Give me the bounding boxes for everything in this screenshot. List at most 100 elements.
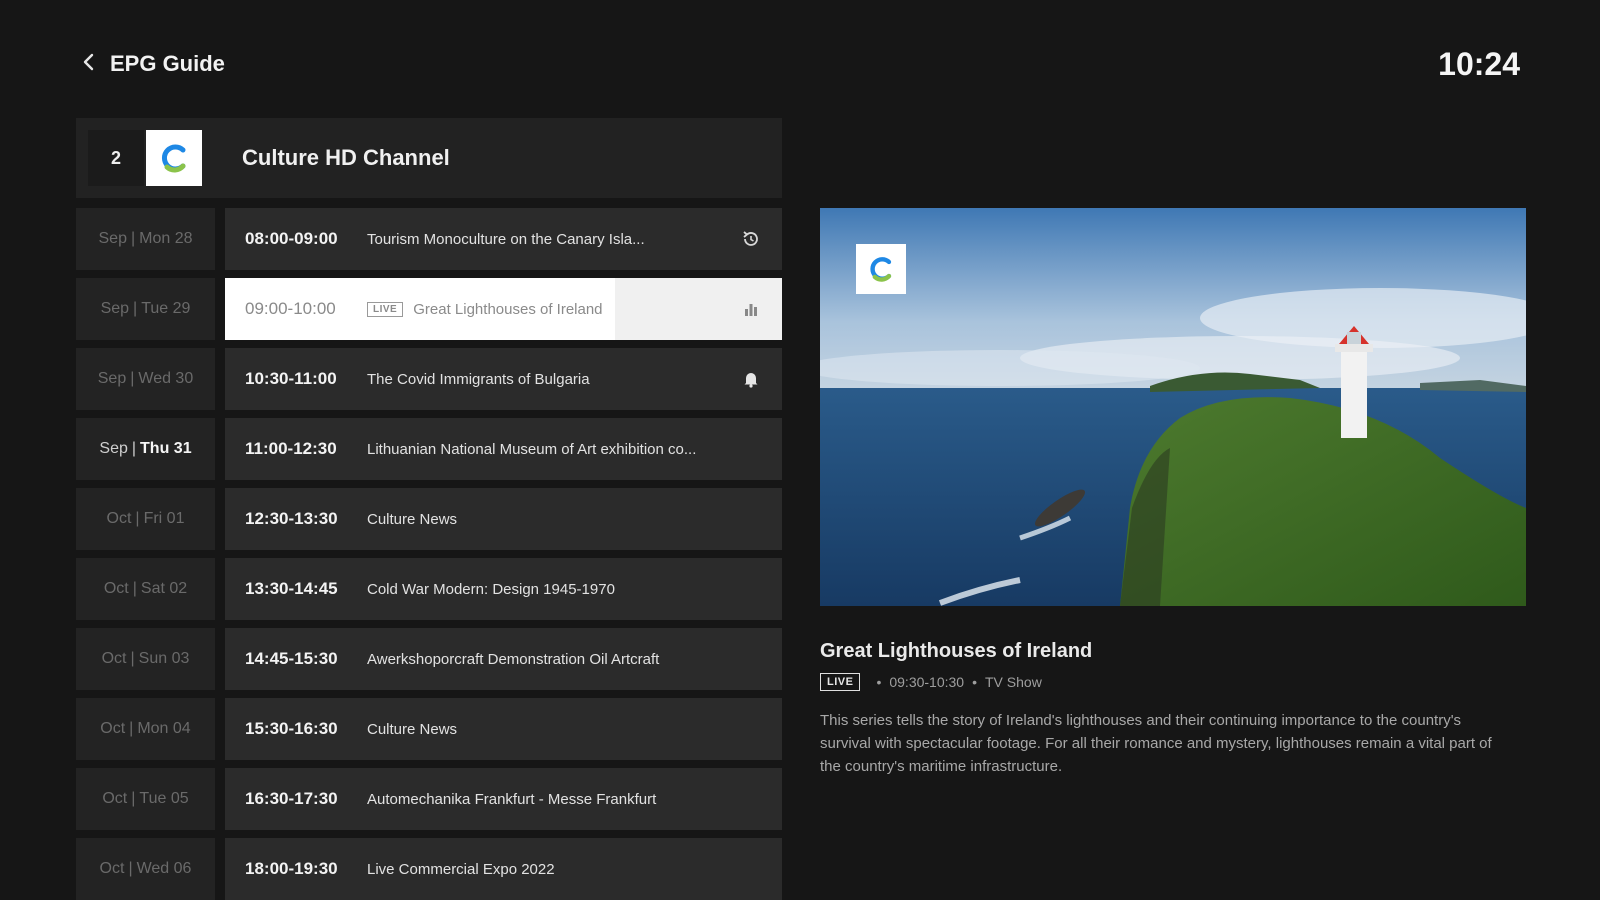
channel-header: 2 Culture HD Channel — [76, 118, 782, 198]
program-title: Automechanika Frankfurt - Messe Frankfur… — [367, 790, 657, 808]
date-separator: | — [128, 860, 133, 877]
live-badge: LIVE — [820, 673, 861, 691]
guide-row: Sep | Thu 31 11:00-12:30 Lithuanian National… — [76, 418, 782, 480]
date-separator: | — [130, 230, 136, 247]
date-month: Oct — [102, 790, 128, 807]
date-month: Oct — [103, 580, 129, 597]
separator-dot: • — [876, 674, 882, 690]
detail-description: This series tells the story of Ireland's… — [820, 712, 1492, 775]
date-separator: | — [135, 510, 140, 527]
bell-icon — [740, 368, 762, 390]
clock: 10:24 — [1438, 45, 1520, 82]
date-month: Sep — [97, 370, 127, 387]
guide-row: Sep | Wed 30 10:30-11:00 The Covid Immigrant… — [76, 348, 782, 410]
guide-row: Oct | Mon 04 15:30-16:30 Culture News — [76, 698, 782, 760]
date-separator: | — [130, 370, 135, 387]
date-day: Mon 28 — [139, 230, 193, 247]
program-title: Great Lighthouses of Ireland — [413, 300, 603, 318]
guide-row: Sep | Tue 29 09:00-10:00 LIVE Great Lighthous… — [76, 278, 782, 340]
detail-meta: LIVE • 09:30-10:30 • TV Show — [820, 673, 1526, 691]
program-time: 13:30-14:45 — [245, 579, 338, 598]
date-month: Oct — [99, 860, 125, 877]
preview-channel-logo-icon — [856, 244, 906, 294]
program-item[interactable]: 11:00-12:30 Lithuanian National Museum of… — [225, 418, 782, 480]
program-time: 11:00-12:30 — [245, 439, 337, 458]
date-cell[interactable]: Sep | Mon 28 — [76, 208, 215, 270]
date-cell[interactable]: Oct | Sat 02 — [76, 558, 215, 620]
program-item[interactable]: 18:00-19:30 Live Commercial Expo 2022 — [225, 838, 782, 900]
program-item[interactable]: 14:45-15:30 Awerkshoporcraft Demonstratio… — [225, 628, 782, 690]
epg-app: EPG Guide 10:24 2 Culture HD Channel Sep… — [0, 0, 1600, 900]
date-day: Tue 29 — [141, 300, 191, 317]
program-time: 09:00-10:00 — [245, 299, 336, 318]
date-cell[interactable]: Sep | Tue 29 — [76, 278, 215, 340]
guide-row: Oct | Tue 05 16:30-17:30 Automechanika Frank… — [76, 768, 782, 830]
date-cell[interactable]: Oct | Wed 06 — [76, 838, 215, 900]
date-day: Thu 31 — [140, 440, 192, 457]
live-badge: LIVE — [367, 301, 404, 317]
program-item-selected[interactable]: 09:00-10:00 LIVE Great Lighthouses of Irel… — [225, 278, 782, 340]
program-time: 10:30-11:00 — [245, 369, 337, 388]
chevron-left-icon — [80, 53, 98, 76]
program-title: Live Commercial Expo 2022 — [367, 860, 555, 878]
program-guide: Sep | Mon 28 08:00-09:00 Tourism Monoculture… — [76, 208, 782, 900]
program-preview-image — [820, 208, 1526, 606]
date-separator: | — [131, 440, 137, 457]
channel-name: Culture HD Channel — [242, 145, 450, 170]
date-cell[interactable]: Oct | Sun 03 — [76, 628, 215, 690]
program-item[interactable]: 12:30-13:30 Culture News — [225, 488, 782, 550]
date-cell[interactable]: Oct | Mon 04 — [76, 698, 215, 760]
program-title: Culture News — [367, 510, 458, 528]
date-day: Fri 01 — [143, 510, 185, 527]
guide-row: Oct | Sat 02 13:30-14:45 Cold War Modern: De… — [76, 558, 782, 620]
date-cell[interactable]: Oct | Tue 05 — [76, 768, 215, 830]
back-button[interactable]: EPG Guide — [80, 51, 225, 77]
date-month: Oct — [101, 650, 127, 667]
date-cell[interactable]: Oct | Fri 01 — [76, 488, 215, 550]
lighthouse-scene — [820, 208, 1526, 606]
program-details: Great Lighthouses of Ireland LIVE • 09:3… — [820, 640, 1526, 778]
date-separator: | — [133, 300, 138, 317]
program-time: 14:45-15:30 — [245, 649, 338, 668]
program-time: 18:00-19:30 — [245, 859, 338, 878]
date-cell[interactable]: Sep | Thu 31 — [76, 418, 215, 480]
program-title: The Covid Immigrants of Bulgaria — [367, 370, 590, 388]
separator-dot: • — [972, 674, 977, 690]
program-time: 16:30-17:30 — [245, 789, 338, 808]
date-day: Sat 02 — [140, 580, 188, 597]
detail-time: 09:30-10:30 — [889, 674, 965, 690]
guide-row: Oct | Wed 06 18:00-19:30 Live Commercial Exp… — [76, 838, 782, 900]
date-separator: | — [131, 790, 136, 807]
program-item[interactable]: 15:30-16:30 Culture News — [225, 698, 782, 760]
program-time: 08:00-09:00 — [245, 229, 338, 248]
header: EPG Guide 10:24 — [80, 44, 1520, 84]
program-title: Tourism Monoculture on the Canary Isla..… — [367, 230, 645, 248]
date-day: Wed 30 — [138, 370, 194, 387]
date-cell[interactable]: Sep | Wed 30 — [76, 348, 215, 410]
program-item[interactable]: 13:30-14:45 Cold War Modern: Design 1945-… — [225, 558, 782, 620]
date-day: Wed 06 — [136, 860, 192, 877]
date-month: Oct — [100, 720, 126, 737]
program-item[interactable]: 08:00-09:00 Tourism Monoculture on the Ca… — [225, 208, 782, 270]
date-month: Sep — [100, 300, 130, 317]
program-title: Cold War Modern: Design 1945-1970 — [367, 580, 615, 598]
date-month: Oct — [106, 510, 132, 527]
date-day: Sun 03 — [138, 650, 190, 667]
detail-title: Great Lighthouses of Ireland — [820, 640, 1093, 662]
date-month: Sep — [99, 440, 128, 457]
date-day: Mon 04 — [137, 720, 191, 737]
page-title: EPG Guide — [110, 51, 225, 76]
date-separator: | — [130, 650, 135, 667]
equalizer-icon — [740, 298, 762, 320]
date-month: Sep — [98, 230, 127, 247]
channel-logo-icon — [146, 130, 202, 186]
program-item[interactable]: 10:30-11:00 The Covid Immigrants of Bulga… — [225, 348, 782, 410]
program-item[interactable]: 16:30-17:30 Automechanika Frankfurt - Mes… — [225, 768, 782, 830]
guide-row: Oct | Fri 01 12:30-13:30 Culture News — [76, 488, 782, 550]
program-title: Culture News — [367, 720, 458, 738]
replay-icon — [740, 228, 762, 250]
detail-type: TV Show — [985, 674, 1042, 690]
guide-row: Sep | Mon 28 08:00-09:00 Tourism Monoculture… — [76, 208, 782, 270]
program-time: 15:30-16:30 — [245, 719, 338, 738]
program-time: 12:30-13:30 — [245, 509, 338, 528]
